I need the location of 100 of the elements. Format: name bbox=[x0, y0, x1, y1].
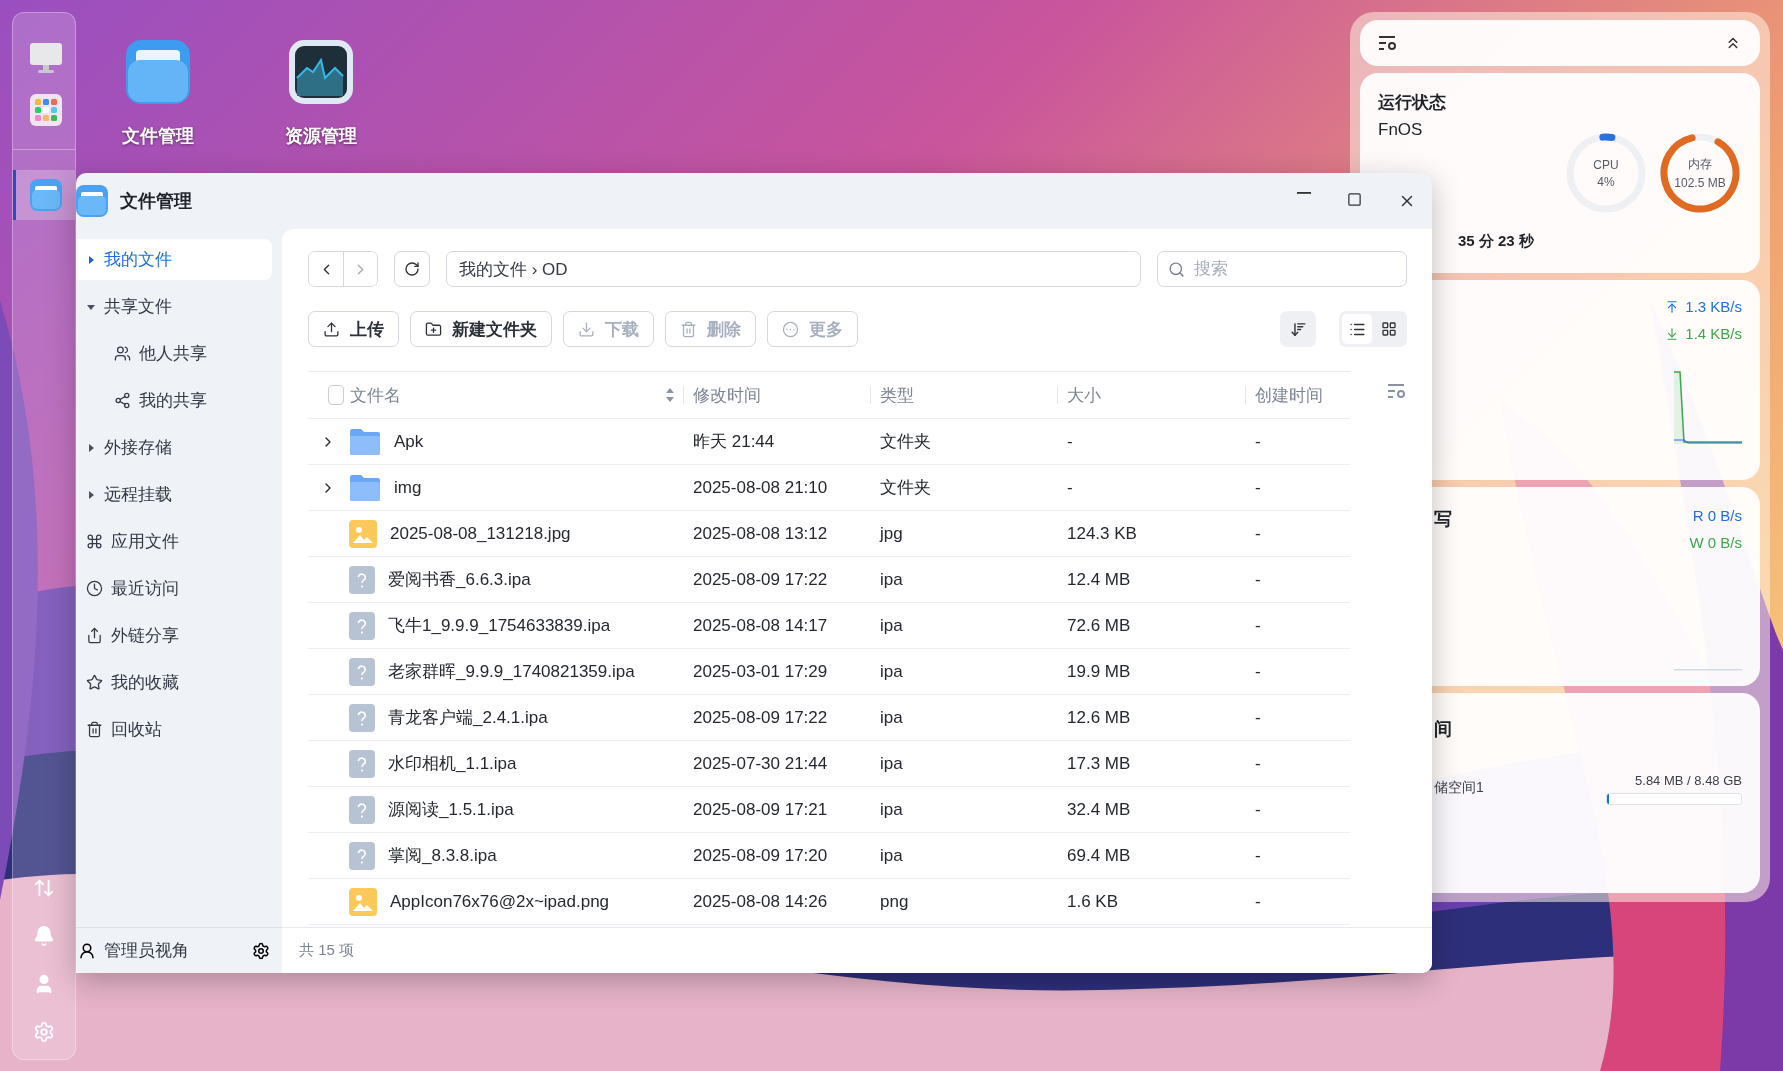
sidebar-item[interactable]: 他人共享 bbox=[76, 333, 272, 374]
star-icon bbox=[86, 674, 103, 691]
sidebar-item[interactable]: 远程挂载 bbox=[76, 474, 272, 515]
storage-usage: 5.84 MB / 8.48 GB bbox=[1635, 773, 1742, 788]
sidebar-item[interactable]: 共享文件 bbox=[76, 286, 272, 327]
table-cell: ipa bbox=[880, 661, 903, 682]
table-cell-text: 昨天 21:44 bbox=[693, 431, 775, 453]
table-cell: ipa bbox=[880, 753, 903, 774]
widget-title: 运行状态 bbox=[1378, 92, 1446, 114]
folder-icon[interactable] bbox=[125, 40, 190, 104]
file-name[interactable]: 爱阅书香_6.6.3.ipa bbox=[388, 568, 531, 591]
table-cell: 2025-03-01 17:29 bbox=[693, 661, 828, 682]
user-icon bbox=[78, 941, 96, 960]
table-cell: 2025-08-08 14:26 bbox=[693, 891, 828, 912]
file-name[interactable]: img bbox=[394, 477, 422, 498]
image-file-icon bbox=[348, 886, 378, 917]
table-cell: ipa bbox=[880, 615, 903, 636]
column-header[interactable]: 修改时间 bbox=[693, 383, 761, 407]
table-cell: 2025-08-09 17:22 bbox=[693, 707, 828, 728]
apps-grid-icon[interactable] bbox=[29, 94, 62, 126]
select-all-checkbox[interactable] bbox=[328, 385, 344, 405]
file-name[interactable]: Apk bbox=[394, 431, 424, 452]
table-cell: - bbox=[1255, 615, 1261, 636]
column-header[interactable]: 大小 bbox=[1067, 383, 1101, 407]
table-cell: 124.3 KB bbox=[1067, 523, 1137, 544]
table-cell: 17.3 MB bbox=[1067, 753, 1131, 774]
search-icon bbox=[1168, 261, 1185, 278]
file-name[interactable]: 源阅读_1.5.1.ipa bbox=[388, 798, 514, 821]
file-name[interactable]: AppIcon76x76@2x~ipad.png bbox=[390, 891, 610, 912]
filter-settings-icon[interactable] bbox=[1378, 35, 1398, 51]
sidebar-item[interactable]: 回收站 bbox=[76, 709, 272, 750]
share-icon bbox=[114, 392, 131, 409]
download-icon bbox=[578, 320, 595, 338]
table-cell: 72.6 MB bbox=[1067, 615, 1131, 636]
desktop-icon-label[interactable]: 资源管理 bbox=[284, 124, 357, 148]
unknown-file-icon bbox=[348, 748, 376, 779]
table-cell: 2025-08-09 17:22 bbox=[693, 569, 828, 590]
sort-button[interactable] bbox=[1280, 311, 1316, 347]
refresh-icon bbox=[404, 261, 420, 277]
table-cell: 12.4 MB bbox=[1067, 569, 1131, 590]
activity-chart-icon[interactable] bbox=[288, 40, 353, 104]
list-view-button[interactable] bbox=[1342, 314, 1372, 344]
sidebar-item[interactable]: 外接存储 bbox=[76, 427, 272, 468]
unknown-file-icon bbox=[348, 702, 376, 733]
file-name[interactable]: 老家群晖_9.9.9_1740821359.ipa bbox=[388, 660, 635, 683]
file-name[interactable]: 青龙客户端_2.4.1.ipa bbox=[388, 706, 548, 729]
maximize-icon bbox=[1347, 192, 1362, 207]
table-cell: jpg bbox=[880, 523, 903, 544]
monitor-icon[interactable] bbox=[28, 42, 63, 74]
folder-icon bbox=[348, 473, 382, 502]
column-header[interactable]: 类型 bbox=[880, 383, 914, 407]
more-icon bbox=[782, 320, 799, 338]
file-name[interactable]: 飞牛1_9.9.9_1754633839.ipa bbox=[388, 614, 611, 637]
file-name[interactable]: 掌阅_8.3.8.ipa bbox=[388, 844, 497, 867]
table-cell: 1.6 KB bbox=[1067, 891, 1119, 912]
column-header[interactable]: 创建时间 bbox=[1255, 383, 1323, 407]
table-cell-text: 文件夹 bbox=[880, 477, 931, 499]
refresh-button[interactable] bbox=[394, 251, 430, 287]
toolbar-button[interactable]: 上传 bbox=[308, 311, 399, 347]
table-cell: ipa bbox=[880, 707, 903, 728]
path-field[interactable]: 我的文件 › OD bbox=[446, 251, 1141, 287]
folder-icon[interactable] bbox=[76, 185, 108, 217]
unknown-file-icon bbox=[348, 656, 376, 687]
column-header[interactable]: 文件名 bbox=[350, 383, 401, 407]
people-icon bbox=[114, 345, 131, 362]
sidebar-item[interactable]: 外链分享 bbox=[76, 615, 272, 656]
meter-label: 内存 bbox=[1688, 156, 1712, 173]
settings-icon[interactable] bbox=[252, 941, 270, 960]
minimize-icon bbox=[1297, 192, 1311, 194]
download-icon bbox=[1665, 326, 1680, 341]
sidebar-item[interactable]: 应用文件 bbox=[76, 521, 272, 562]
table-cell: 2025-08-09 17:21 bbox=[693, 799, 828, 820]
table-cell: 12.6 MB bbox=[1067, 707, 1131, 728]
sidebar-item[interactable]: 我的收藏 bbox=[76, 662, 272, 703]
sidebar-item[interactable]: 我的文件 bbox=[76, 239, 272, 280]
file-name[interactable]: 水印相机_1.1.ipa bbox=[388, 752, 517, 775]
sidebar-item[interactable]: 我的共享 bbox=[76, 380, 272, 421]
folder-icon[interactable] bbox=[29, 179, 62, 211]
command-icon bbox=[86, 533, 103, 550]
download-rate: 1.4 KB/s bbox=[1665, 325, 1742, 342]
table-cell: 32.4 MB bbox=[1067, 799, 1131, 820]
sort-icon bbox=[1289, 320, 1307, 338]
file-name[interactable]: 2025-08-08_131218.jpg bbox=[390, 523, 571, 544]
upload-icon bbox=[323, 320, 340, 338]
toolbar-button[interactable]: 新建文件夹 bbox=[410, 311, 552, 347]
sidebar-item[interactable]: 最近访问 bbox=[76, 568, 272, 609]
widget-title: 写 bbox=[1434, 508, 1452, 531]
search-field[interactable]: 搜索 bbox=[1157, 251, 1407, 287]
sort-icon[interactable] bbox=[665, 387, 675, 403]
clock-icon bbox=[86, 580, 103, 597]
admin-view-label[interactable]: 管理员视角 bbox=[104, 939, 189, 962]
item-count: 共 15 项 bbox=[299, 941, 355, 960]
column-settings-icon[interactable] bbox=[1387, 383, 1407, 399]
table-cell: - bbox=[1067, 431, 1073, 452]
unknown-file-icon bbox=[348, 610, 376, 641]
folder-plus-icon bbox=[425, 320, 442, 338]
volume-name: 储空间1 bbox=[1434, 779, 1484, 797]
table-cell: 2025-08-08 14:17 bbox=[693, 615, 828, 636]
read-rate: R 0 B/s bbox=[1692, 507, 1742, 524]
desktop-icon-label[interactable]: 文件管理 bbox=[121, 124, 194, 148]
